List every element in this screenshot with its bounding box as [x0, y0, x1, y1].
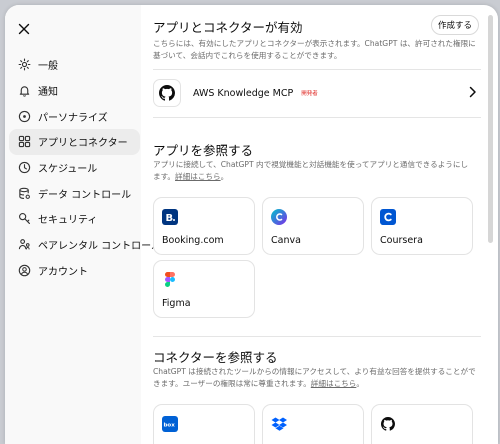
- sidebar-item-general[interactable]: 一般: [9, 52, 140, 78]
- sidebar-item-personalize[interactable]: パーソナライズ: [9, 103, 140, 129]
- app-name: Figma: [162, 298, 191, 309]
- developer-badge: 開発者: [301, 91, 318, 97]
- canva-logo: [271, 209, 287, 225]
- browse-apps-title: アプリを参照する: [153, 143, 254, 158]
- app-card-coursera[interactable]: Coursera: [371, 197, 473, 255]
- family-icon: [18, 238, 31, 251]
- divider: [153, 117, 481, 118]
- scrollbar[interactable]: [488, 15, 493, 243]
- app-card-canva[interactable]: Canva: [262, 197, 364, 255]
- create-button[interactable]: 作成する: [431, 15, 479, 35]
- app-name: Canva: [271, 235, 301, 246]
- enabled-connector-row[interactable]: AWS Knowledge MCP 開発者: [153, 75, 481, 111]
- connector-card-github[interactable]: [371, 404, 473, 444]
- figma-logo: [162, 272, 178, 288]
- chevron-right-icon: [469, 86, 476, 98]
- enabled-section-title: アプリとコネクターが有効: [153, 20, 303, 35]
- connector-card-dropbox[interactable]: [262, 404, 364, 444]
- sidebar-item-apps[interactable]: アプリとコネクター: [9, 129, 140, 155]
- sidebar-item-parental-controls[interactable]: ペアレンタル コントロール: [9, 232, 161, 258]
- box-logo: box: [162, 416, 178, 432]
- svg-text:B: B: [166, 213, 174, 224]
- apps-connectors-panel: アプリとコネクターが有効 作成する こちらには、有効にしたアプリとコネクターが表…: [141, 5, 493, 444]
- app-card-figma[interactable]: Figma: [153, 260, 255, 318]
- app-card-booking[interactable]: B Booking.com: [153, 197, 255, 255]
- github-logo: [380, 416, 396, 432]
- svg-text:box: box: [164, 423, 176, 429]
- clock-icon: [18, 161, 31, 174]
- sidebar-item-security[interactable]: セキュリティ: [9, 206, 140, 232]
- sidebar-item-label: 通知: [38, 87, 58, 99]
- browse-apps-description: アプリに接続して、ChatGPT 内で視覚機能と対話機能を使ってアプリと通信でき…: [153, 160, 469, 181]
- sidebar-item-label: データ コントロール: [38, 189, 132, 201]
- apps-icon: [18, 135, 31, 148]
- sidebar-item-account[interactable]: アカウント: [9, 258, 140, 284]
- dropbox-logo: [271, 416, 287, 432]
- browse-connectors-description: ChatGPT は接続されたツールからの情報にアクセスして、より有益な回答を提供…: [153, 367, 476, 388]
- key-icon: [18, 212, 31, 225]
- learn-more-link[interactable]: 詳細はこちら: [311, 379, 357, 388]
- connector-logo: [153, 79, 181, 107]
- sidebar-item-notifications[interactable]: 通知: [9, 78, 140, 104]
- settings-nav: 一般 通知 パーソナライズ アプリとコネクター スケジュール データ コントロー…: [9, 52, 161, 284]
- connector-card-box[interactable]: box: [153, 404, 255, 444]
- booking-logo: B: [162, 209, 178, 225]
- coursera-logo: [380, 209, 396, 225]
- sidebar-item-label: パーソナライズ: [38, 112, 108, 124]
- settings-dialog: 一般 通知 パーソナライズ アプリとコネクター スケジュール データ コントロー…: [5, 5, 498, 444]
- sidebar-item-label: 一般: [38, 61, 58, 73]
- sidebar-item-data-controls[interactable]: データ コントロール: [9, 180, 140, 206]
- settings-sidebar: 一般 通知 パーソナライズ アプリとコネクター スケジュール データ コントロー…: [5, 5, 161, 444]
- bell-icon: [18, 84, 31, 97]
- sidebar-item-label: アプリとコネクター: [38, 138, 128, 150]
- sidebar-item-label: セキュリティ: [38, 215, 98, 227]
- connector-name: AWS Knowledge MCP: [193, 87, 294, 99]
- sidebar-item-schedule[interactable]: スケジュール: [9, 155, 140, 181]
- sidebar-item-label: アカウント: [38, 266, 88, 278]
- personalize-icon: [18, 110, 31, 123]
- gear-icon: [18, 58, 31, 71]
- app-name: Coursera: [380, 235, 423, 246]
- close-button[interactable]: [16, 21, 32, 37]
- close-icon: [18, 23, 30, 35]
- database-icon: [18, 187, 31, 200]
- divider: [153, 69, 481, 70]
- browse-connectors-title: コネクターを参照する: [153, 350, 278, 365]
- enabled-section-description: こちらには、有効にしたアプリとコネクターが表示されます。ChatGPT は、許可…: [153, 39, 476, 60]
- user-circle-icon: [18, 264, 31, 277]
- sidebar-item-label: スケジュール: [38, 164, 98, 176]
- learn-more-link[interactable]: 詳細はこちら: [175, 172, 221, 181]
- divider: [153, 336, 481, 337]
- github-icon: [159, 85, 175, 101]
- app-name: Booking.com: [162, 235, 224, 246]
